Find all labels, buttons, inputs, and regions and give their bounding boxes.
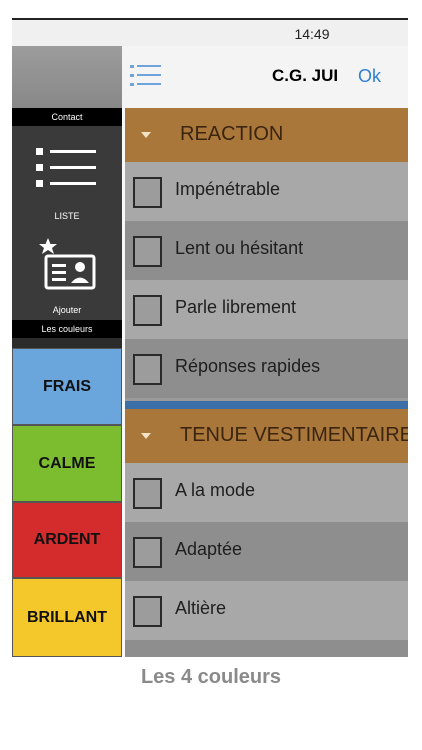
sidebar: Contact LISTE Ajouter Les couleurs FRAIS… — [12, 108, 122, 657]
color-button-ardent[interactable]: ARDENT — [12, 502, 122, 578]
section-header-tenue[interactable]: TENUE VESTIMENTAIRE — [125, 409, 408, 463]
checkbox[interactable] — [133, 236, 162, 267]
checklist-item[interactable]: Lent ou hésitant — [125, 221, 408, 280]
ok-button[interactable]: Ok — [358, 66, 381, 87]
section-title: REACTION — [180, 123, 284, 145]
checkbox[interactable] — [133, 596, 162, 627]
sidebar-header — [12, 46, 122, 108]
app-screen: 14:49 C.G. JUI Ok Contact LISTE Ajouter … — [12, 18, 408, 657]
colors-caption: Les couleurs — [12, 320, 122, 338]
list-label: LISTE — [54, 211, 80, 221]
checkbox[interactable] — [133, 537, 162, 568]
color-button-label: FRAIS — [43, 377, 91, 395]
checklist-item-label: Lent ou hésitant — [175, 238, 304, 258]
checklist-item[interactable]: Altière — [125, 581, 408, 640]
list-menu-icon[interactable] — [130, 62, 162, 90]
add-label: Ajouter — [52, 305, 82, 315]
color-button-calme[interactable]: CALME — [12, 425, 122, 502]
checkbox[interactable] — [133, 177, 162, 208]
color-button-label: CALME — [38, 454, 96, 472]
color-button-label: BRILLANT — [27, 608, 107, 626]
color-button-frais[interactable]: FRAIS — [12, 348, 122, 425]
contact-caption: Contact — [12, 108, 122, 126]
chevron-down-icon — [141, 433, 151, 439]
checkbox[interactable] — [133, 295, 162, 326]
list-icon — [36, 148, 96, 187]
checklist-item[interactable]: A la mode — [125, 463, 408, 522]
checklist-item-partial — [125, 640, 408, 657]
checklist-item[interactable]: Impénétrable — [125, 162, 408, 221]
checkbox[interactable] — [133, 354, 162, 385]
checklist-item[interactable]: Adaptée — [125, 522, 408, 581]
checklist-item[interactable]: Réponses rapides — [125, 339, 408, 398]
checklist-item-label: Altière — [175, 598, 227, 618]
section-title: TENUE VESTIMENTAIRE — [180, 424, 408, 446]
app-header: C.G. JUI Ok — [122, 46, 408, 108]
checkbox[interactable] — [133, 478, 162, 509]
checklist-item-label: A la mode — [175, 480, 256, 500]
checklist-item[interactable]: Parle librement — [125, 280, 408, 339]
status-bar: 14:49 — [12, 20, 408, 46]
checklist-item-label: Parle librement — [175, 297, 297, 317]
section-separator — [125, 401, 408, 409]
list-button[interactable]: LISTE — [12, 126, 122, 230]
footer-caption: Les 4 couleurs — [140, 666, 282, 688]
chevron-down-icon — [141, 132, 151, 138]
checklist-content: REACTION Impénétrable Lent ou hésitant P… — [125, 108, 408, 657]
section-header-reaction[interactable]: REACTION — [125, 108, 408, 162]
checklist-item-label: Réponses rapides — [175, 356, 321, 376]
checklist-item-label: Adaptée — [175, 539, 243, 559]
color-button-brillant[interactable]: BRILLANT — [12, 578, 122, 657]
add-contact-button[interactable]: Ajouter — [12, 230, 122, 320]
add-contact-icon — [39, 238, 96, 290]
status-time: 14:49 — [294, 26, 330, 42]
page-title: C.G. JUI — [272, 66, 339, 85]
color-button-label: ARDENT — [33, 531, 101, 548]
checklist-item-label: Impénétrable — [175, 179, 281, 199]
